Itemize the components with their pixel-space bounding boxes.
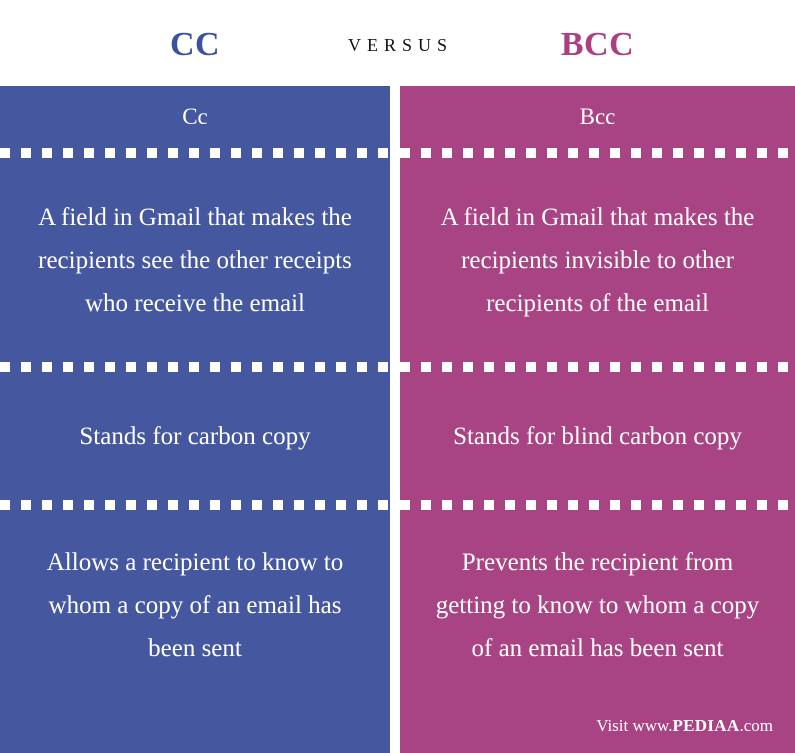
cell-cc-stands-for: Stands for carbon copy xyxy=(14,372,376,500)
comparison-columns: Cc A field in Gmail that makes the recip… xyxy=(0,86,795,753)
dashed-separator xyxy=(0,500,390,510)
cell-cc-visibility: Allows a recipient to know to whom a cop… xyxy=(14,510,376,701)
footer-prefix: Visit www. xyxy=(596,716,673,735)
cell-text: A field in Gmail that makes the recipien… xyxy=(440,203,755,317)
header-title-bcc: BCC xyxy=(560,26,635,63)
cell-cc-definition: A field in Gmail that makes the recipien… xyxy=(14,158,376,362)
row-label-cc: Cc xyxy=(182,104,208,129)
row-label-bcc: Bcc xyxy=(579,104,616,129)
dashed-separator xyxy=(0,148,390,158)
cell-text: Stands for carbon copy xyxy=(79,422,311,450)
column-bcc: Bcc A field in Gmail that makes the reci… xyxy=(400,86,795,753)
footer-suffix: .com xyxy=(739,716,773,735)
footer-brand: PEDIAA xyxy=(672,716,740,735)
footer-attribution: Visit www.PEDIAA.com xyxy=(596,715,773,737)
cell-bcc-stands-for: Stands for blind carbon copy xyxy=(414,372,781,500)
header-band: CC VERSUS BCC xyxy=(0,0,795,86)
comparison-infographic: CC VERSUS BCC Cc A field in Gmail that m… xyxy=(0,0,795,753)
cell-text: A field in Gmail that makes the recipien… xyxy=(38,203,352,317)
dashed-separator xyxy=(400,148,795,158)
cell-bcc-definition: A field in Gmail that makes the recipien… xyxy=(414,158,781,362)
cell-text: Stands for blind carbon copy xyxy=(453,422,742,450)
cell-text: Prevents the recipient from getting to k… xyxy=(435,549,760,662)
dashed-separator xyxy=(400,500,795,510)
dashed-separator xyxy=(400,362,795,372)
cell-bcc-visibility: Prevents the recipient from getting to k… xyxy=(414,510,781,701)
dashed-separator xyxy=(0,362,390,372)
cell-text: Allows a recipient to know to whom a cop… xyxy=(46,549,344,662)
column-cc: Cc A field in Gmail that makes the recip… xyxy=(0,86,390,753)
